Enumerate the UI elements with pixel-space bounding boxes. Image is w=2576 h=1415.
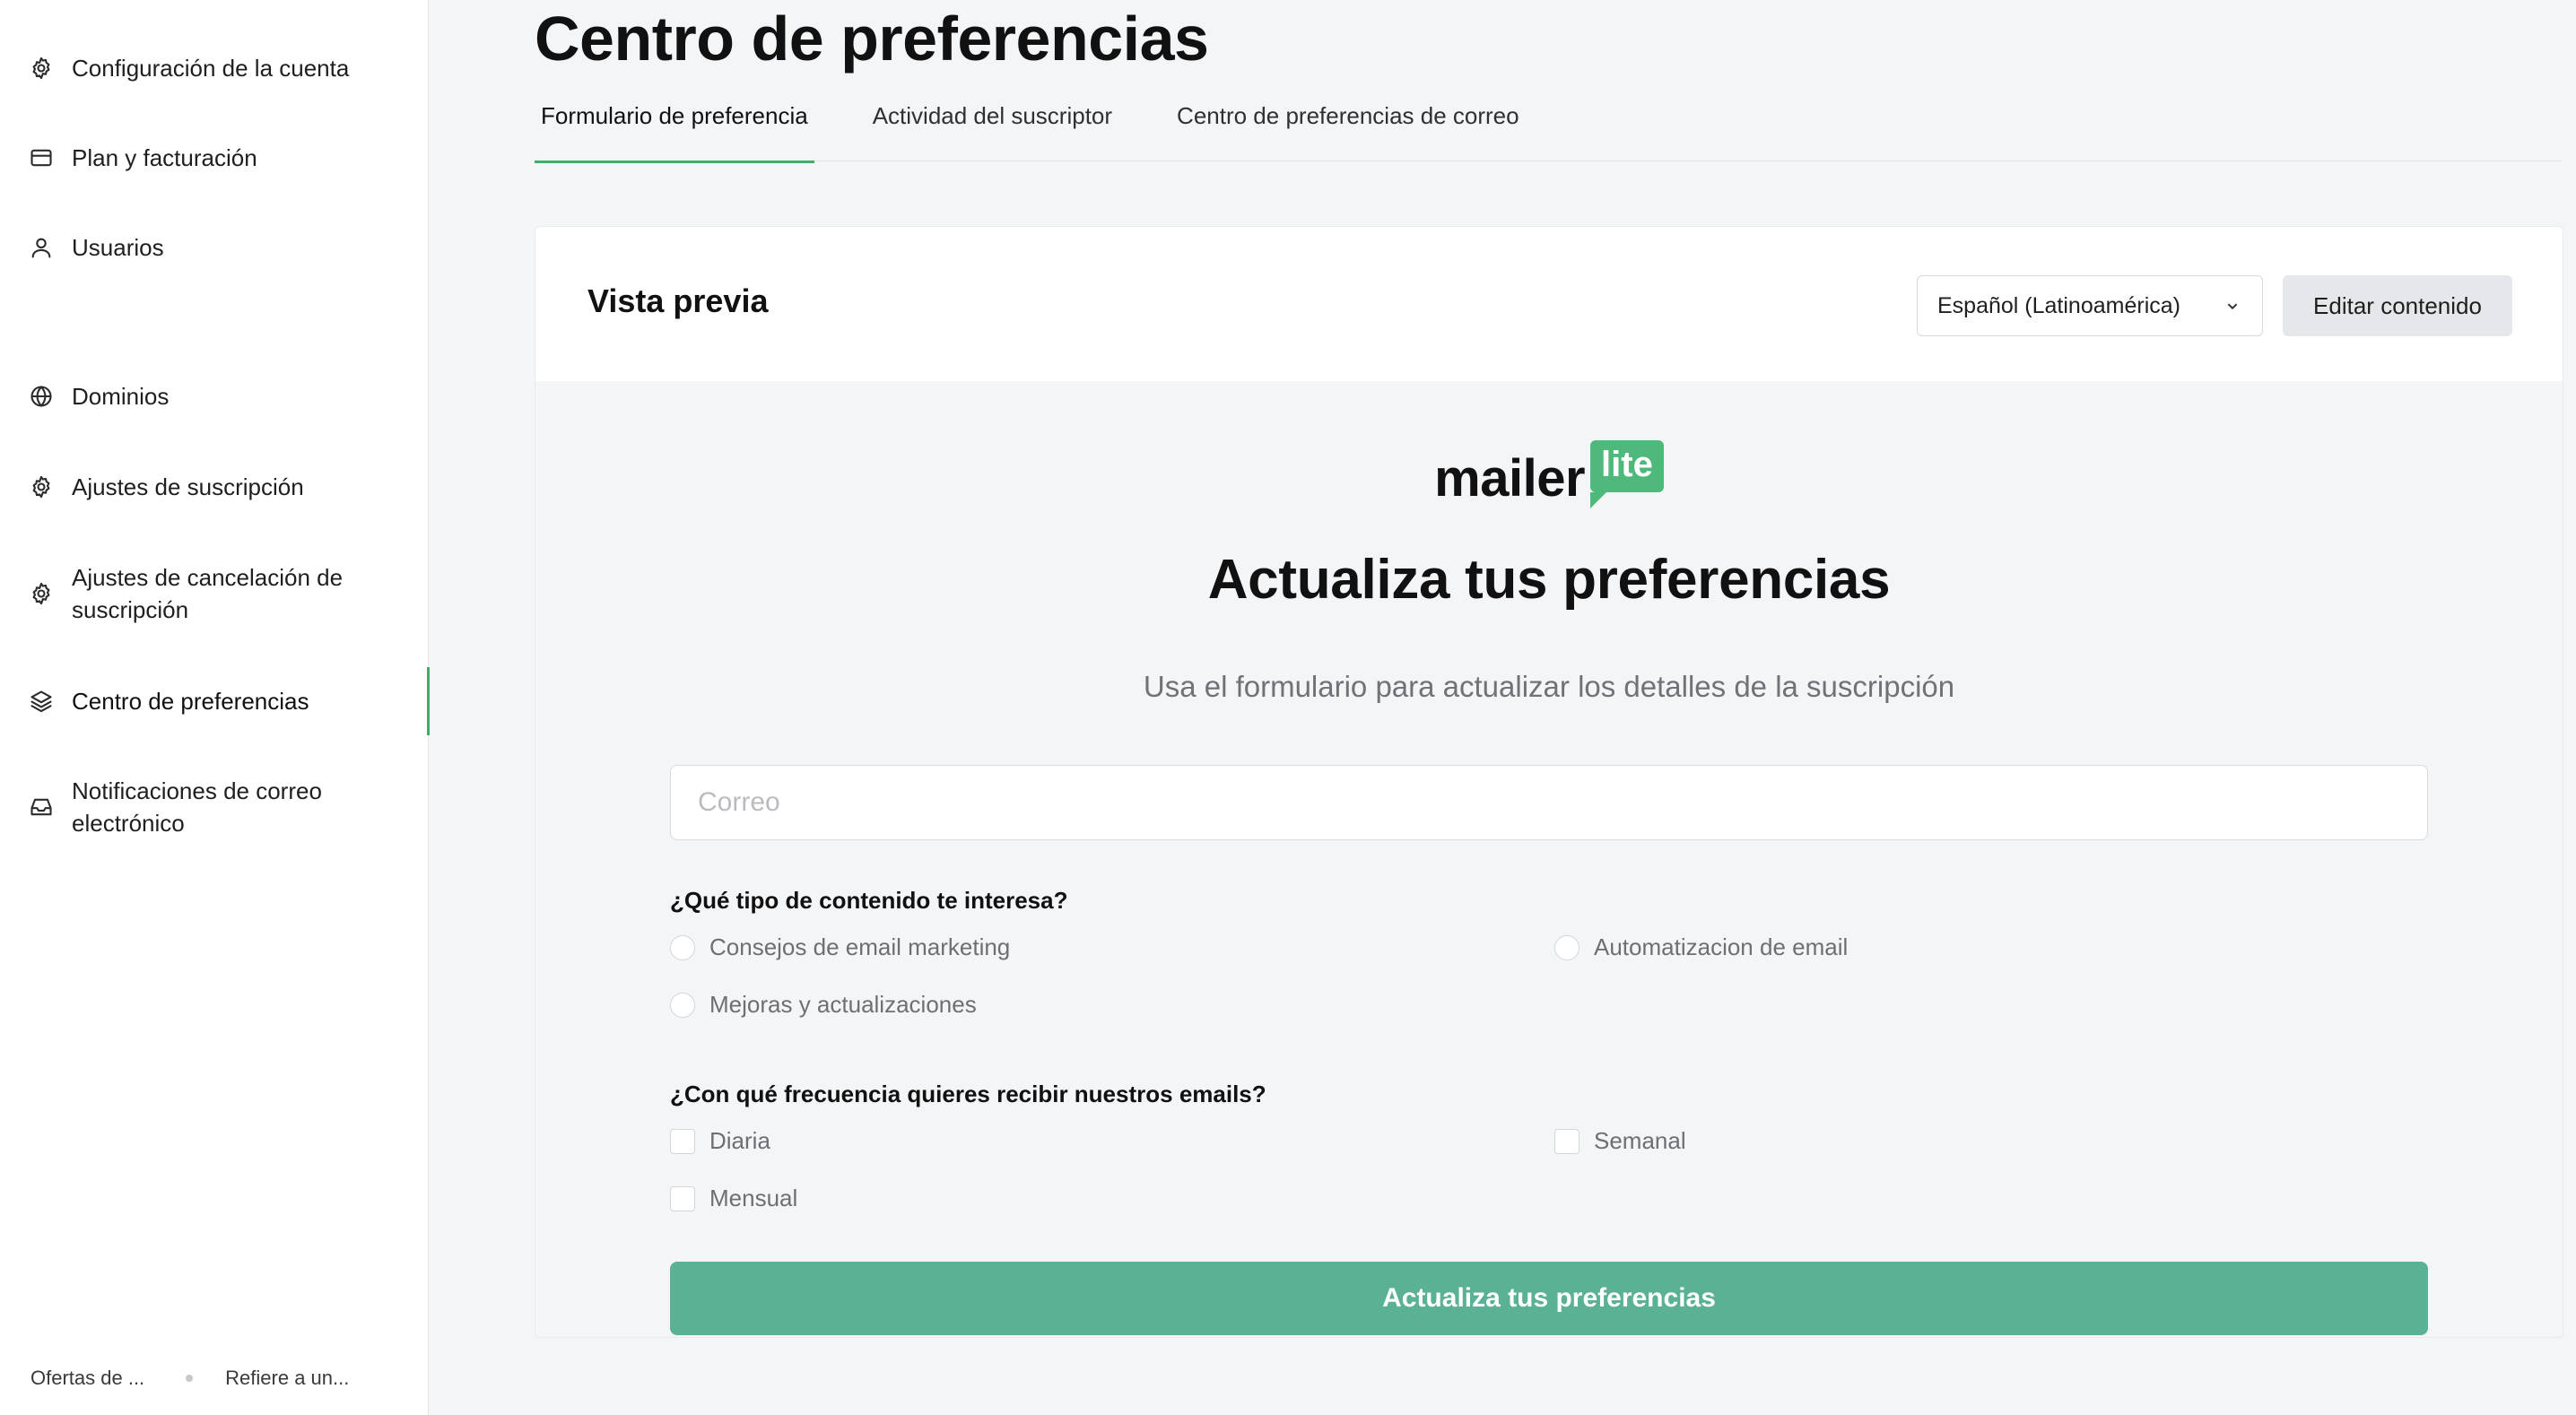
mailerlite-logo: mailer lite xyxy=(535,433,2563,508)
option-weekly[interactable]: Semanal xyxy=(1554,1127,1686,1155)
sidebar-item-label: Configuración de la cuenta xyxy=(72,55,350,82)
gear-icon xyxy=(29,474,54,499)
preview-title: Vista previa xyxy=(587,282,769,319)
credit-card-icon xyxy=(29,145,54,170)
checkbox[interactable] xyxy=(670,1128,695,1154)
option-label: Semanal xyxy=(1594,1127,1686,1154)
sidebar-item-preference-center[interactable]: Centro de preferencias xyxy=(0,667,430,735)
sidebar-item-label: Ajustes de cancelación de suscripción xyxy=(72,564,344,623)
option-daily[interactable]: Diaria xyxy=(670,1127,770,1155)
gear-icon xyxy=(29,581,54,606)
user-icon xyxy=(29,235,54,260)
question-frequency: ¿Con qué frecuencia quieres recibir nues… xyxy=(670,1081,1266,1107)
sidebar-item-email-notifications[interactable]: Notificaciones de correo electrónico xyxy=(0,775,429,839)
sidebar-item-label: Dominios xyxy=(72,383,170,410)
checkbox[interactable] xyxy=(670,1185,695,1211)
option-email-marketing-tips[interactable]: Consejos de email marketing xyxy=(670,933,1010,961)
language-select[interactable]: Español (Latinoamérica) xyxy=(1917,275,2263,336)
form-subheading: Usa el formulario para actualizar los de… xyxy=(1143,670,1955,703)
question-content-type: ¿Qué tipo de contenido te interesa? xyxy=(670,887,1068,914)
radio-button[interactable] xyxy=(1554,934,1580,960)
page-title: Centro de preferencias xyxy=(535,4,1209,74)
tab-preference-form[interactable]: Formulario de preferencia xyxy=(535,95,814,163)
sidebar-item-plan-billing[interactable]: Plan y facturación xyxy=(0,142,429,174)
option-email-automation[interactable]: Automatizacion de email xyxy=(1554,933,1848,961)
checkbox[interactable] xyxy=(1554,1128,1580,1154)
sidebar-item-label: Ajustes de suscripción xyxy=(72,473,304,500)
radio-button[interactable] xyxy=(670,934,695,960)
tab-email-preference-center[interactable]: Centro de preferencias de correo xyxy=(1171,95,1526,161)
footer-link-refer[interactable]: Refiere a un... xyxy=(225,1367,349,1390)
sidebar-item-label: Plan y facturación xyxy=(72,144,257,171)
edit-content-button[interactable]: Editar contenido xyxy=(2283,275,2512,336)
sidebar-item-users[interactable]: Usuarios xyxy=(0,231,429,264)
footer-link-offers[interactable]: Ofertas de ... xyxy=(30,1367,144,1390)
preview-card-header: Vista previa Español (Latinoamérica) Edi… xyxy=(535,227,2563,381)
preview-card: Vista previa Español (Latinoamérica) Edi… xyxy=(535,226,2563,1338)
logo-badge: lite xyxy=(1590,440,1664,508)
globe-icon xyxy=(29,384,54,409)
sidebar-item-domains[interactable]: Dominios xyxy=(0,380,429,412)
inbox-icon xyxy=(29,794,54,820)
option-improvements-updates[interactable]: Mejoras y actualizaciones xyxy=(670,991,977,1019)
email-field[interactable] xyxy=(670,765,2428,840)
settings-sidebar: Configuración de la cuenta Plan y factur… xyxy=(0,0,430,1415)
form-heading: Actualiza tus preferencias xyxy=(1207,549,1891,611)
option-monthly[interactable]: Mensual xyxy=(670,1185,797,1212)
option-label: Mensual xyxy=(709,1185,798,1211)
radio-button[interactable] xyxy=(670,992,695,1018)
option-label: Mejoras y actualizaciones xyxy=(709,991,977,1018)
tab-subscriber-activity[interactable]: Actividad del suscriptor xyxy=(866,95,1118,161)
option-label: Consejos de email marketing xyxy=(709,933,1011,960)
chevron-down-icon xyxy=(2223,296,2242,316)
update-preferences-button[interactable]: Actualiza tus preferencias xyxy=(670,1262,2428,1335)
sidebar-item-label: Notificaciones de correo electrónico xyxy=(72,777,322,837)
gear-icon xyxy=(29,56,54,81)
sidebar-item-account-settings[interactable]: Configuración de la cuenta xyxy=(0,52,429,84)
app-window: Configuración de la cuenta Plan y factur… xyxy=(0,0,2576,1415)
sidebar-footer: Ofertas de ... Refiere a un... xyxy=(30,1367,407,1390)
sidebar-item-unsubscribe-settings[interactable]: Ajustes de cancelación de suscripción xyxy=(0,561,429,626)
language-select-value: Español (Latinoamérica) xyxy=(1937,292,2180,318)
tab-bar: Formulario de preferencia Actividad del … xyxy=(535,95,2562,163)
form-preview: mailer lite Actualiza tus preferencias U… xyxy=(535,381,2563,1337)
option-label: Diaria xyxy=(709,1127,770,1154)
option-label: Automatizacion de email xyxy=(1594,933,1849,960)
footer-separator-dot xyxy=(186,1375,194,1382)
sidebar-item-label: Usuarios xyxy=(72,234,164,261)
sidebar-item-label: Centro de preferencias xyxy=(72,688,309,715)
sidebar-item-subscription-settings[interactable]: Ajustes de suscripción xyxy=(0,471,429,503)
logo-wordmark: mailer xyxy=(1434,449,1586,508)
layers-icon xyxy=(29,689,54,714)
main-content: Centro de preferencias Formulario de pre… xyxy=(429,0,2576,1415)
